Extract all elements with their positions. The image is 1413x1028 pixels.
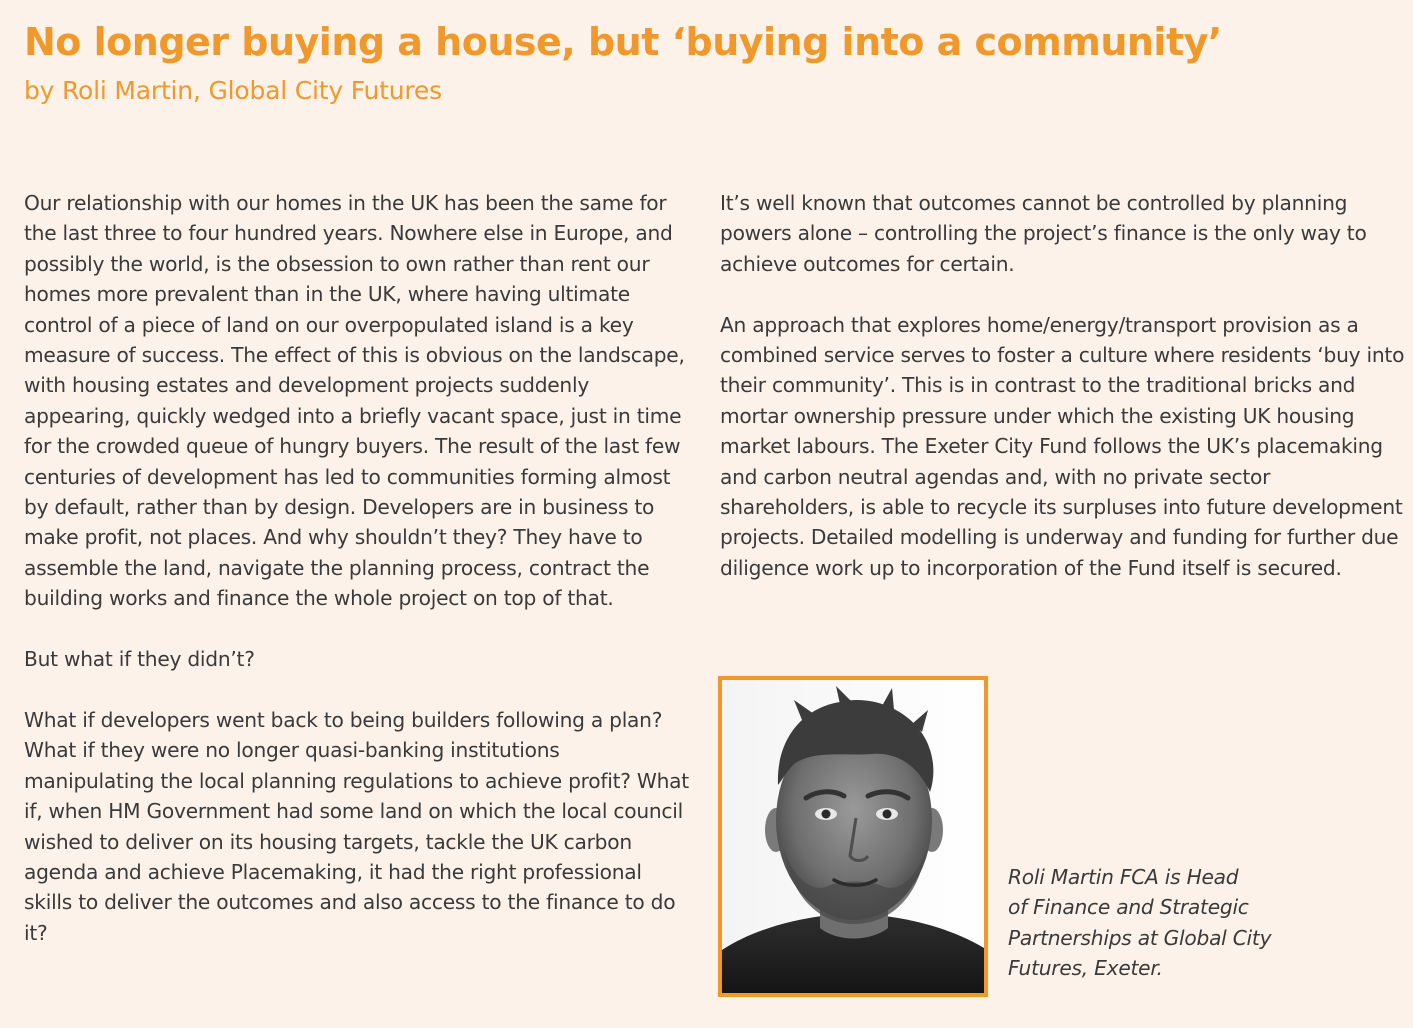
author-portrait-image — [722, 680, 984, 993]
article-title: No longer buying a house, but ‘buying in… — [24, 20, 1222, 64]
caption-line: Roli Martin FCA is Head — [1008, 865, 1239, 889]
paragraph: It’s well known that outcomes cannot be … — [720, 191, 1367, 276]
paragraph: An approach that explores home/energy/tr… — [720, 312, 1405, 580]
caption-line: Futures, Exeter. — [1008, 956, 1163, 981]
paragraph: But what if they didn’t? — [24, 647, 255, 672]
paragraph: What if developers went back to being bu… — [24, 707, 689, 945]
left-column: Our relationship with our homes in the U… — [24, 188, 694, 948]
article-byline: by Roli Martin, Global City Futures — [24, 76, 442, 105]
author-photo — [718, 676, 988, 997]
caption-line: of Finance and Strategic — [1008, 895, 1249, 920]
author-caption: Roli Martin FCA is Head of Finance and S… — [1008, 862, 1408, 984]
paragraph: Our relationship with our homes in the U… — [24, 191, 685, 611]
right-column: It’s well known that outcomes cannot be … — [720, 188, 1410, 583]
caption-line: Partnerships at Global City — [1008, 925, 1272, 950]
